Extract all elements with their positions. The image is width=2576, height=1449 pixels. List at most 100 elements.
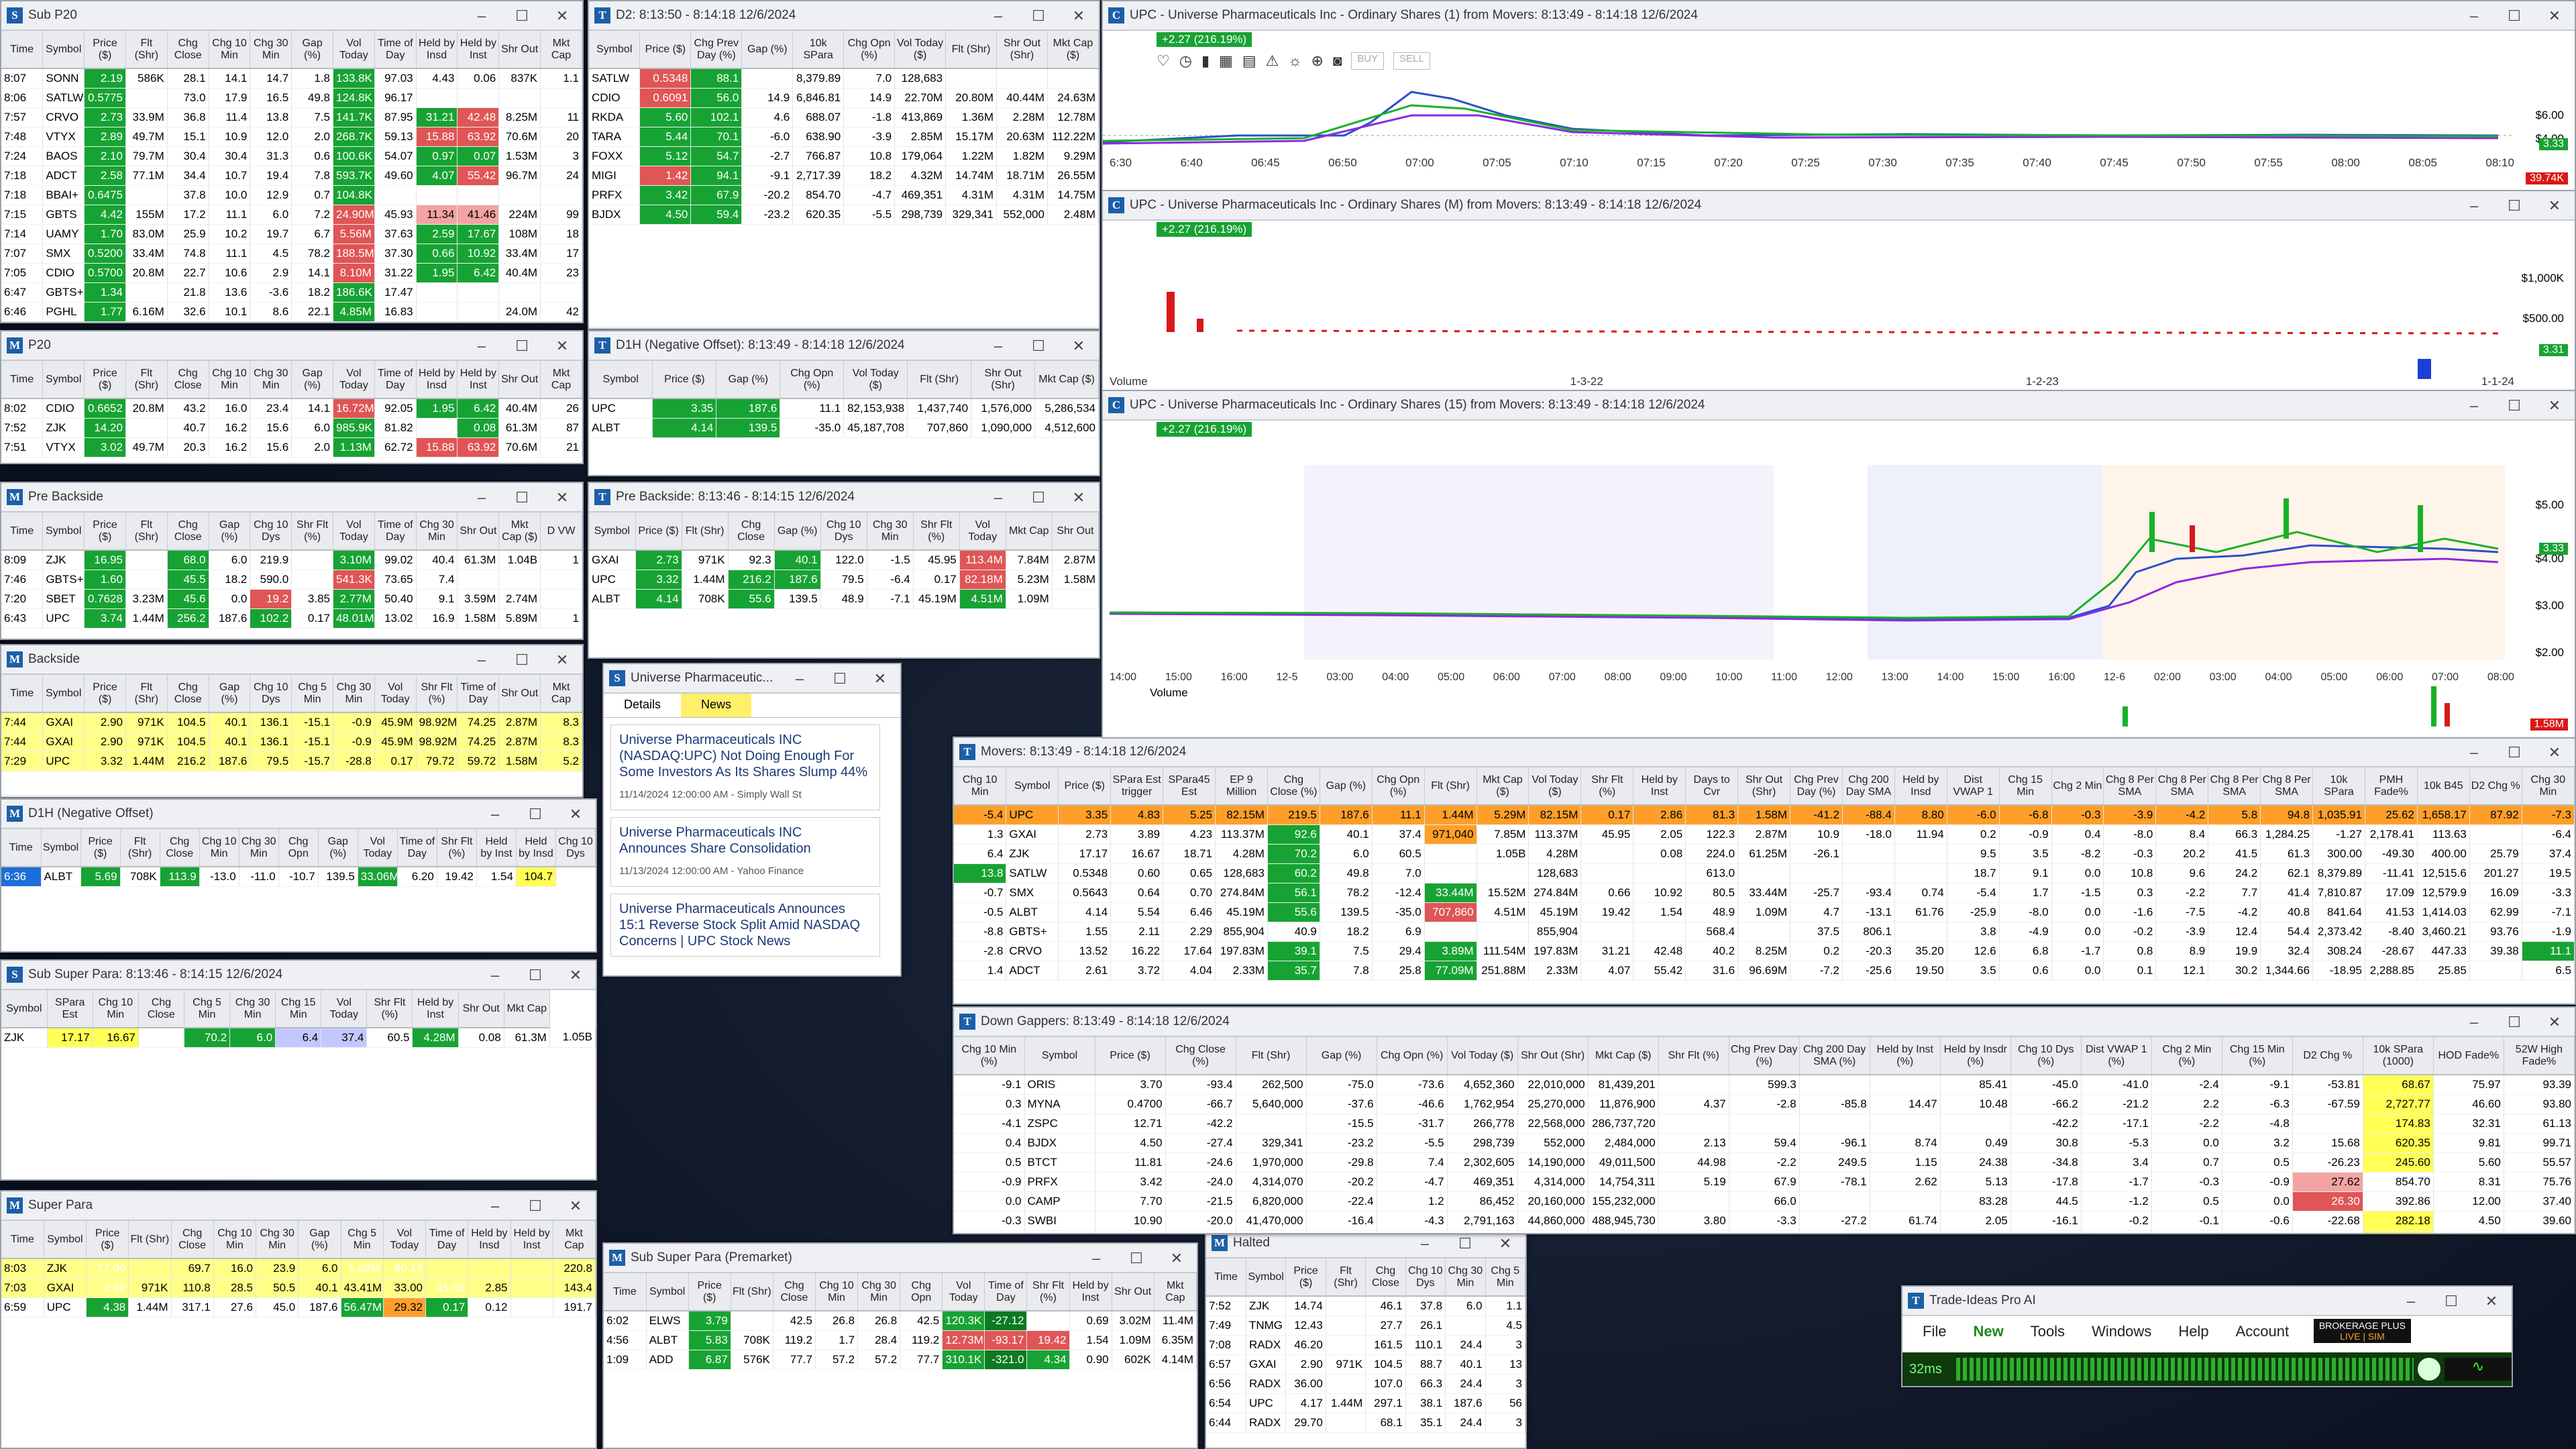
column-header[interactable]: Mkt Cap ($) [1047, 31, 1099, 69]
close-button[interactable]: ✕ [555, 1191, 596, 1220]
super-para-window[interactable]: M Super Para – ☐ ✕ Time Symbol Price ($) Flt (Sh… [0, 1190, 597, 1449]
table-row[interactable]: 0.5 BTCT 11.81 -24.6 1,970,000 -29.8 7.4 2,302,… [954, 1152, 2575, 1173]
column-header[interactable]: Flt (Shr) [125, 361, 168, 399]
column-header[interactable]: Chg 5 Min [341, 1221, 384, 1259]
column-header[interactable]: Chg Close [138, 990, 184, 1028]
alert-icon[interactable]: ⚠ [1266, 52, 1279, 70]
table-row[interactable]: 7:03 GXAI 2.90 971K 110.8 28.5 50.5 40.1 43.41M 3… [1, 1278, 596, 1298]
column-header[interactable]: 10k SPara [2312, 767, 2365, 806]
column-header[interactable]: Chg 15 Min [275, 990, 322, 1028]
column-header[interactable]: Mkt Cap ($) [1477, 767, 1529, 806]
table-row[interactable]: 6:57 GXAI 2.90 971K 104.5 88.7 40.1 13 [1206, 1354, 1525, 1375]
column-header[interactable]: Shr Flt (%) [437, 829, 477, 867]
trade-ideas-app-window[interactable]: T Trade-Ideas Pro AI – ☐ ✕ File New Tools Windo… [1901, 1285, 2513, 1387]
column-header[interactable]: Chg Close [167, 675, 209, 713]
maximize-button[interactable]: ☐ [2494, 1, 2534, 30]
column-header[interactable]: Shr Out (Shr) [971, 361, 1036, 399]
column-header[interactable]: Chg 8 Per SMA [2103, 767, 2157, 806]
halted-window[interactable]: M Halted – ☐ ✕ Time Symbol Price ($) Flt (Shr) Ch… [1205, 1228, 1527, 1449]
column-header[interactable]: Vol Today [942, 1273, 985, 1311]
column-header[interactable]: Vol Today [358, 829, 398, 867]
column-header[interactable]: Shr Flt (%) [416, 675, 458, 713]
column-header[interactable]: Price ($) [84, 675, 126, 713]
minimize-button[interactable]: – [2454, 391, 2494, 419]
data-grid[interactable]: Time Symbol Price ($) Flt (Shr) Chg Close Gap… [1, 513, 582, 629]
table-row[interactable]: 7:07 SMX 0.5200 33.4M 74.8 11.1 4.5 78.2 188.5M 3… [1, 244, 582, 264]
data-grid[interactable]: Symbol Price ($) Gap (%) Chg Opn (%) Vol Tod… [589, 361, 1099, 438]
column-header[interactable]: Time of Day [984, 1273, 1028, 1311]
down-gappers-window[interactable]: T Down Gappers: 8:13:49 - 8:14:18 12/6/20… [953, 1006, 2576, 1234]
data-grid[interactable]: Time Symbol Price ($) Flt (Shr) Chg Close Chg… [604, 1273, 1197, 1370]
column-header[interactable]: Vol Today [383, 1221, 427, 1259]
column-header[interactable]: Symbol [589, 361, 653, 399]
column-header[interactable]: Chg 10 Dys [820, 513, 867, 551]
bar-icon[interactable]: ▮ [1201, 52, 1210, 70]
column-header[interactable]: Price ($) [652, 361, 717, 399]
menu-item-tools[interactable]: Tools [2031, 1323, 2065, 1340]
menu-item-file[interactable]: File [1923, 1323, 1946, 1340]
column-header[interactable]: Flt (Shr) [125, 675, 168, 713]
minimize-button[interactable]: – [978, 331, 1018, 360]
column-header[interactable]: Time [1, 31, 44, 69]
column-header[interactable]: 10k SPara (1000) [2363, 1037, 2434, 1075]
column-header[interactable]: Chg Opn (%) [1377, 1037, 1448, 1075]
column-header[interactable]: D2 Chg % [2292, 1037, 2363, 1075]
table-row[interactable]: 7:20 SBET 0.7628 3.23M 45.6 0.0 19.2 3.85 2.77M 5… [1, 589, 582, 609]
column-header[interactable]: Chg 10 Min [93, 990, 139, 1028]
maximize-button[interactable]: ☐ [502, 483, 542, 511]
chart-window-monthly[interactable]: C UPC - Universe Pharmaceuticals Inc - Or… [1102, 190, 2576, 391]
column-header[interactable]: Time [1, 513, 44, 551]
settings-icon[interactable]: ☼ [1288, 52, 1301, 70]
table-row[interactable]: 6:54 UPC 4.17 1.44M 297.1 38.1 187.6 56 [1206, 1393, 1525, 1413]
column-header[interactable]: Symbol [42, 31, 85, 69]
column-header[interactable]: Chg Close [773, 1273, 816, 1311]
column-header[interactable]: 10k SPara [792, 31, 845, 69]
add-icon[interactable]: ⊕ [1311, 52, 1324, 70]
column-header[interactable]: Shr Out [498, 31, 541, 69]
table-row[interactable]: CDIO 0.6091 56.0 14.9 6,846.81 14.9 22.70M 20.8… [589, 88, 1099, 108]
minimize-button[interactable]: – [2454, 738, 2494, 766]
column-header[interactable]: Mkt Cap [1006, 513, 1053, 551]
table-row[interactable]: -5.4 UPC 3.35 4.83 5.25 82.15M 219.5 187.6 11.1 1… [954, 805, 2575, 825]
close-button[interactable]: ✕ [542, 331, 582, 360]
column-header[interactable]: Chg 2 Min (%) [2151, 1037, 2222, 1075]
column-header[interactable]: Vol Today [374, 675, 417, 713]
column-header[interactable]: Vol Today [959, 513, 1006, 551]
data-grid[interactable]: Chg 10 Min Symbol Price ($) SPara Est trigg… [954, 767, 2575, 981]
column-header[interactable]: Held by Inst [511, 1221, 553, 1259]
table-row[interactable]: 6:44 RADX 29.70 68.1 35.1 24.4 3 [1206, 1413, 1525, 1433]
table-row[interactable]: 6:46 PGHL 1.77 6.16M 32.6 10.1 8.6 22.1 4.85M 16.… [1, 302, 582, 322]
table-row[interactable]: 0.3 MYNA 0.4700 -66.7 5,640,000 -37.6 -46.6 1,7… [954, 1094, 2575, 1114]
column-header[interactable]: Vol Today [333, 361, 375, 399]
column-header[interactable]: Chg 5 Min [291, 675, 333, 713]
column-header[interactable]: Held by Inst [457, 361, 500, 399]
column-header[interactable]: Chg Close [167, 31, 209, 69]
column-header[interactable]: Flt (Shr) [682, 513, 729, 551]
column-header[interactable]: Mkt Cap ($) [1034, 361, 1099, 399]
news-item[interactable]: Universe Pharmaceuticals Announces 15:1 … [610, 894, 880, 957]
maximize-button[interactable]: ☐ [2494, 191, 2534, 219]
tab-details[interactable]: Details [604, 694, 681, 717]
minimize-button[interactable]: – [978, 483, 1018, 511]
column-header[interactable]: Time of Day [374, 513, 417, 551]
column-header[interactable]: Chg Close [167, 513, 209, 551]
table-row[interactable]: 6:36 ALBT 5.69 708K 113.9 -13.0 -11.0 -10.7 139.… [1, 867, 596, 887]
maximize-button[interactable]: ☐ [515, 961, 555, 989]
column-header[interactable]: Chg 30 Min [333, 675, 375, 713]
table-row[interactable]: 1:09 ADD 6.87 576K 77.7 57.2 57.2 77.7 310.1K -32… [604, 1350, 1197, 1370]
column-header[interactable]: Gap (%) [774, 513, 821, 551]
table-row[interactable]: 1.4 ADCT 2.61 3.72 4.04 2.33M 35.7 7.8 25.8 77.09… [954, 961, 2575, 981]
menu-item-new[interactable]: New [1973, 1323, 2003, 1340]
table-row[interactable]: 6:56 RADX 36.00 107.0 66.3 24.4 3 [1206, 1374, 1525, 1394]
column-header[interactable]: Chg 10 Dys [555, 829, 596, 867]
column-header[interactable]: Chg 2 Min [2051, 767, 2104, 806]
minimize-button[interactable]: – [1076, 1244, 1116, 1272]
close-button[interactable]: ✕ [555, 800, 596, 828]
maximize-button[interactable]: ☐ [502, 1, 542, 30]
column-header[interactable]: 10k B45 [2417, 767, 2470, 806]
column-header[interactable]: Chg 10 Min [209, 361, 251, 399]
table-row[interactable]: 6.4 ZJK 17.17 16.67 18.71 4.28M 70.2 6.0 60.5 1.0… [954, 844, 2575, 864]
column-header[interactable]: Gap (%) [291, 31, 333, 69]
chart-type-icon[interactable]: ▦ [1219, 52, 1233, 70]
column-header[interactable]: Chg 10 Dys [250, 675, 292, 713]
